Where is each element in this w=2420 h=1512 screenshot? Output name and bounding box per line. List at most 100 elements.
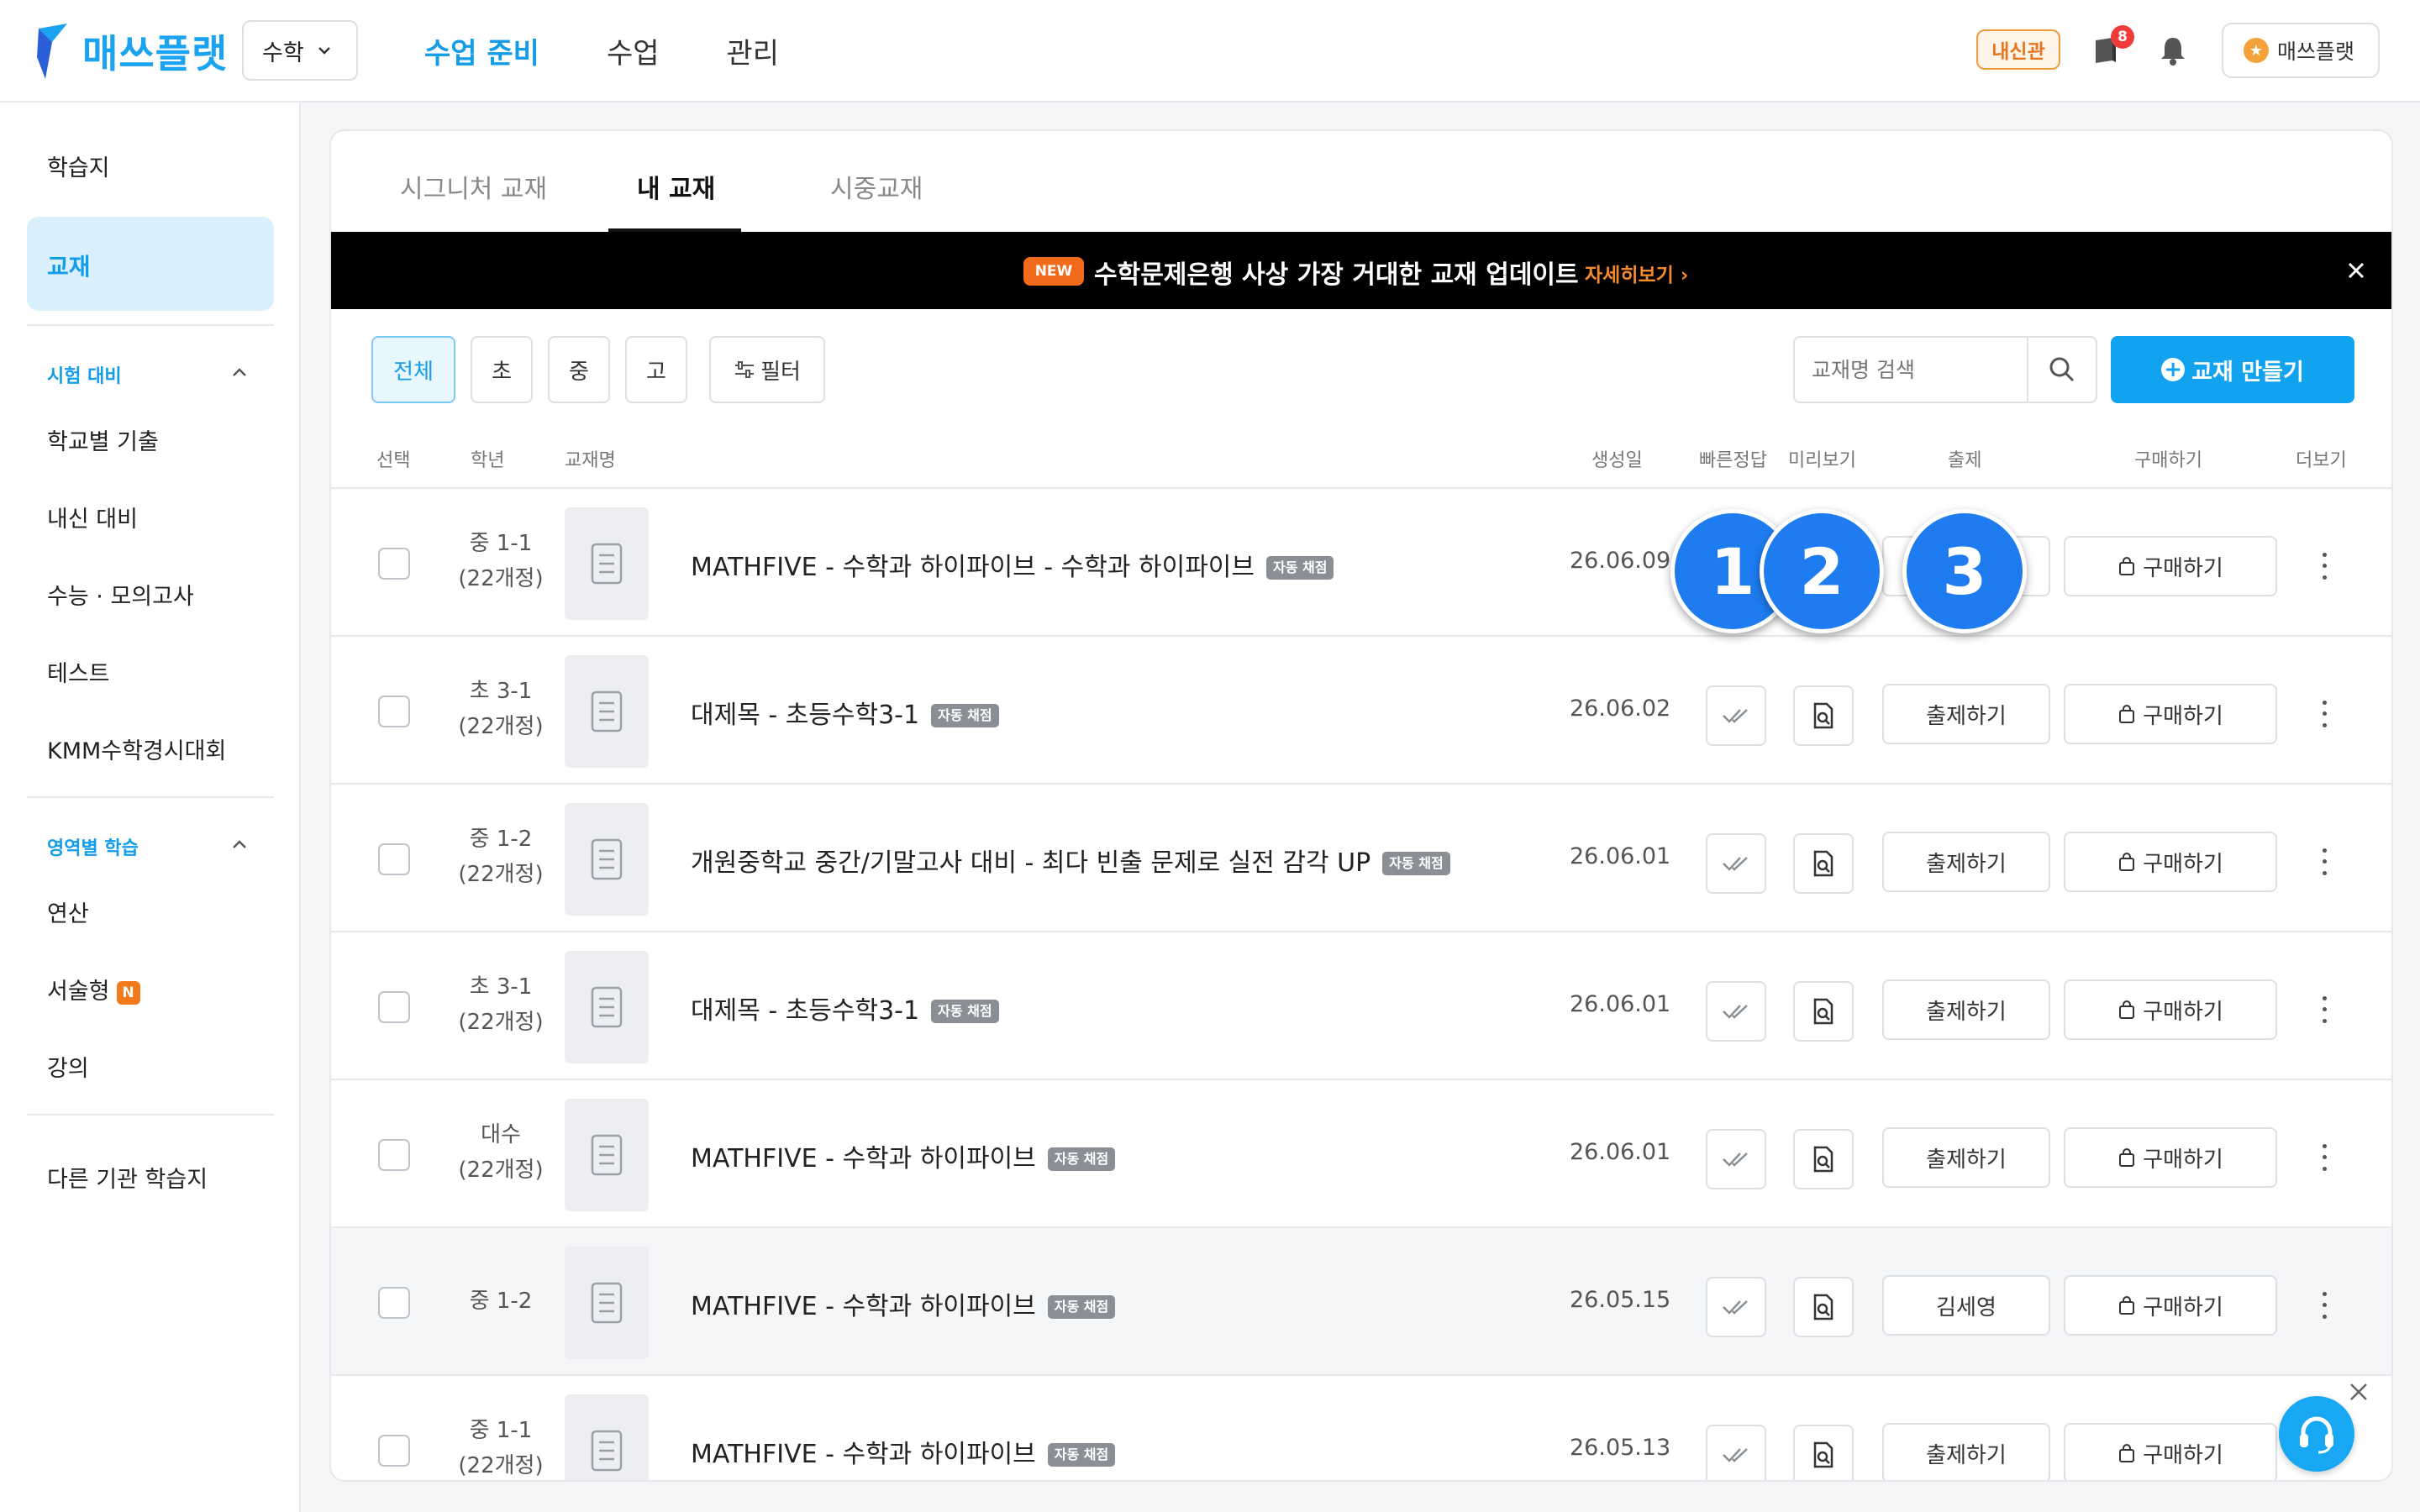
row-checkbox[interactable] (378, 548, 410, 580)
row-checkbox[interactable] (378, 991, 410, 1023)
chevron-up-icon[interactable] (230, 366, 249, 378)
sidebar-item-lecture[interactable]: 강의 (47, 1050, 89, 1083)
help-chat-button[interactable] (2279, 1396, 2354, 1472)
textbook-title[interactable]: 대제목 - 초등수학3-1 자동 채점 (691, 694, 999, 731)
tab-my-textbook[interactable]: 내 교재 (637, 168, 715, 205)
nav-class[interactable]: 수업 (607, 30, 660, 71)
buy-button[interactable]: 구매하기 (2064, 1275, 2277, 1336)
table-row[interactable]: 중 1-1 (22개정) MATHFIVE - 수학과 하이파이브 - 수학과 하이… (331, 489, 2391, 637)
textbook-thumbnail[interactable] (565, 655, 649, 768)
quick-answer-button[interactable] (1706, 1425, 1766, 1480)
more-menu-icon[interactable] (2316, 549, 2333, 583)
textbook-title[interactable]: 개원중학교 중간/기말고사 대비 - 최다 빈출 문제로 실전 감각 UP 자동 … (691, 842, 1450, 879)
preview-button[interactable] (1793, 833, 1854, 894)
nav-manage[interactable]: 관리 (727, 30, 780, 71)
sidebar-item-test[interactable]: 테스트 (47, 655, 110, 688)
shopping-bag-icon (2119, 705, 2135, 723)
logo[interactable]: 매쓰플랫 (35, 22, 228, 81)
table-row[interactable]: 대수 (22개정) MATHFIVE - 수학과 하이파이브 자동 채점 26.06.0… (331, 1080, 2391, 1228)
textbook-title[interactable]: MATHFIVE - 수학과 하이파이브 자동 채점 (691, 1433, 1116, 1470)
double-check-icon (1723, 1005, 1748, 1019)
sidebar-item-kmm[interactable]: KMM수학경시대회 (47, 732, 226, 765)
sidebar-item-other-org[interactable]: 다른 기관 학습지 (47, 1161, 208, 1194)
table-row[interactable]: 중 1-1 (22개정) MATHFIVE - 수학과 하이파이브 자동 채점 26.0… (331, 1376, 2391, 1480)
buy-button[interactable]: 구매하기 (2064, 979, 2277, 1040)
table-row[interactable]: 중 1-2 MATHFIVE - 수학과 하이파이브 자동 채점 26.05.15 김세… (331, 1228, 2391, 1376)
table-row[interactable]: 초 3-1 (22개정) 대제목 - 초등수학3-1 자동 채점 26.06.01 출제하… (331, 932, 2391, 1080)
naesin-badge[interactable]: 내신관 (1976, 29, 2060, 70)
sidebar-item-school-past[interactable]: 학교별 기출 (47, 423, 159, 456)
buy-button[interactable]: 구매하기 (2064, 1127, 2277, 1188)
chip-all[interactable]: 전체 (371, 336, 455, 403)
close-icon[interactable] (2346, 1379, 2371, 1404)
bell-icon[interactable] (2156, 34, 2190, 67)
assign-button[interactable]: 출제하기 (1882, 1127, 2050, 1188)
textbook-title[interactable]: MATHFIVE - 수학과 하이파이브 자동 채점 (691, 1285, 1116, 1322)
sidebar-item-textbook[interactable]: 교재 (27, 217, 274, 311)
sidebar-item-calc[interactable]: 연산 (47, 895, 89, 928)
more-menu-icon[interactable] (2316, 845, 2333, 879)
quick-answer-button[interactable] (1706, 833, 1766, 894)
preview-button[interactable] (1793, 981, 1854, 1042)
textbook-title[interactable]: MATHFIVE - 수학과 하이파이브 - 수학과 하이파이브 자동 채점 (691, 546, 1334, 583)
sidebar-item-essay[interactable]: 서술형 N (47, 973, 140, 1005)
assign-button[interactable]: 출제하기 (1882, 979, 2050, 1040)
buy-button[interactable]: 구매하기 (2064, 684, 2277, 744)
search-button[interactable] (2027, 336, 2097, 403)
sidebar-section-exam[interactable]: 시험 대비 (47, 361, 122, 388)
preview-button[interactable] (1793, 685, 1854, 746)
textbook-thumbnail[interactable] (565, 1394, 649, 1480)
subject-select[interactable]: 수학 (242, 20, 358, 81)
preview-button[interactable] (1793, 1425, 1854, 1480)
filter-button[interactable]: 필터 (709, 336, 825, 403)
textbook-title[interactable]: 대제목 - 초등수학3-1 자동 채점 (691, 990, 999, 1026)
more-menu-icon[interactable] (2316, 697, 2333, 731)
profile-button[interactable]: ★ 매쓰플랫 (2222, 23, 2380, 78)
more-menu-icon[interactable] (2316, 1141, 2333, 1174)
quick-answer-button[interactable] (1706, 1129, 1766, 1189)
assign-button[interactable]: 출제하기 (1882, 1423, 2050, 1480)
textbook-thumbnail[interactable] (565, 951, 649, 1063)
table-row[interactable]: 초 3-1 (22개정) 대제목 - 초등수학3-1 자동 채점 26.06.02 출제하… (331, 637, 2391, 785)
assign-button[interactable]: 출제하기 (1882, 684, 2050, 744)
table-row[interactable]: 중 1-2 (22개정) 개원중학교 중간/기말고사 대비 - 최다 빈출 문제로 … (331, 785, 2391, 932)
close-icon[interactable] (2341, 255, 2371, 286)
row-checkbox[interactable] (378, 1287, 410, 1319)
row-checkbox[interactable] (378, 1435, 410, 1467)
chevron-up-icon[interactable] (230, 838, 249, 850)
preview-button[interactable] (1793, 1277, 1854, 1337)
row-checkbox[interactable] (378, 843, 410, 875)
textbook-title[interactable]: MATHFIVE - 수학과 하이파이브 자동 채점 (691, 1137, 1116, 1174)
quick-answer-button[interactable] (1706, 685, 1766, 746)
banner-detail-link[interactable]: 자세히보기 › (1585, 259, 1688, 287)
quick-answer-button[interactable] (1706, 981, 1766, 1042)
search-input[interactable] (1793, 336, 2027, 403)
sidebar-section-domain[interactable]: 영역별 학습 (47, 833, 139, 860)
buy-button[interactable]: 구매하기 (2064, 1423, 2277, 1480)
buy-button[interactable]: 구매하기 (2064, 832, 2277, 892)
chip-elementary[interactable]: 초 (471, 336, 533, 403)
row-checkbox[interactable] (378, 696, 410, 727)
more-menu-icon[interactable] (2316, 1289, 2333, 1322)
nav-class-prep[interactable]: 수업 준비 (424, 30, 539, 71)
sidebar-item-naesin[interactable]: 내신 대비 (47, 501, 138, 533)
textbook-thumbnail[interactable] (565, 1247, 649, 1359)
textbook-thumbnail[interactable] (565, 803, 649, 916)
buy-button[interactable]: 구매하기 (2064, 536, 2277, 596)
tab-market[interactable]: 시중교재 (830, 168, 923, 205)
row-checkbox[interactable] (378, 1139, 410, 1171)
chip-high[interactable]: 고 (625, 336, 687, 403)
assign-button[interactable]: 김세영 (1882, 1275, 2050, 1336)
textbook-thumbnail[interactable] (565, 507, 649, 620)
sidebar-item-worksheet[interactable]: 학습지 (47, 150, 110, 182)
assign-button[interactable]: 출제하기 (1882, 832, 2050, 892)
created-date: 26.06.09 (1570, 548, 1671, 574)
tab-signature[interactable]: 시그니처 교재 (400, 168, 547, 205)
sidebar-item-suneung[interactable]: 수능 · 모의고사 (47, 578, 194, 611)
create-textbook-button[interactable]: + 교재 만들기 (2111, 336, 2354, 403)
chip-middle[interactable]: 중 (548, 336, 610, 403)
textbook-thumbnail[interactable] (565, 1099, 649, 1211)
more-menu-icon[interactable] (2316, 993, 2333, 1026)
quick-answer-button[interactable] (1706, 1277, 1766, 1337)
preview-button[interactable] (1793, 1129, 1854, 1189)
